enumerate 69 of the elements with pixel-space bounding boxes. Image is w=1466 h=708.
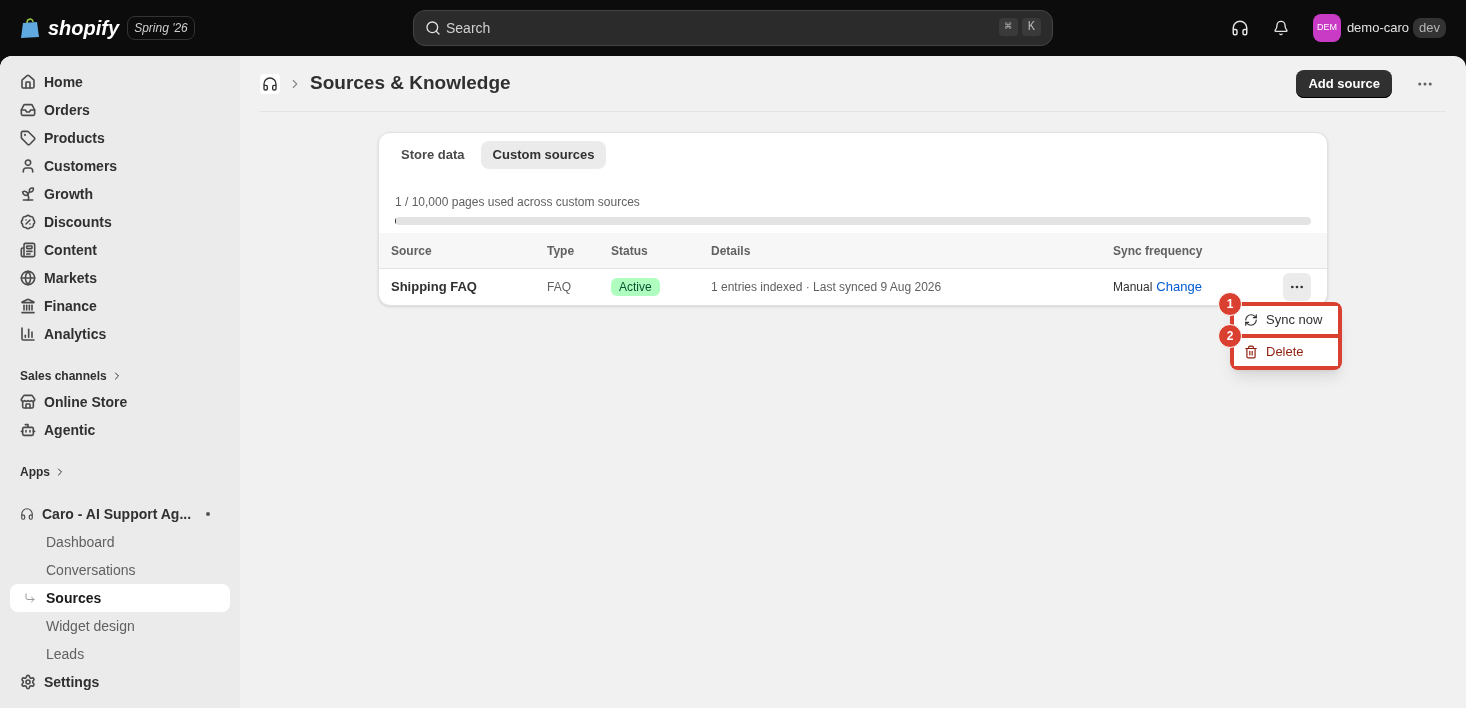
brand-name: shopify	[48, 16, 120, 41]
column-header: Details	[711, 242, 752, 260]
discount-icon	[20, 214, 36, 230]
page-icon	[20, 242, 36, 258]
details-cell-text: 1 entries indexed · Last synced 9 Aug 2026	[711, 279, 943, 296]
branch-arrow-icon	[24, 592, 36, 604]
menu-item[interactable]: Delete	[1232, 336, 1340, 368]
shortcut-key: K	[1021, 18, 1041, 36]
source-name-cell-text: Shipping FAQ	[391, 278, 478, 297]
bank-icon	[20, 298, 36, 314]
page-title: Sources & Knowledge	[310, 71, 512, 96]
headset-icon	[260, 73, 280, 94]
nav-item[interactable]: Settings	[10, 668, 230, 696]
inbox-icon	[20, 102, 36, 118]
tab[interactable]: Store data	[389, 141, 477, 169]
robot-icon	[20, 422, 36, 438]
column-header: Type	[547, 242, 576, 260]
section-heading[interactable]: Apps	[10, 460, 230, 484]
section-heading[interactable]: Sales channels	[10, 364, 230, 388]
shortcut-key: ⌘	[998, 18, 1018, 36]
nav-item[interactable]: Growth	[10, 180, 230, 208]
nav-subitem[interactable]: Widget design	[10, 612, 230, 640]
home-icon	[20, 74, 36, 90]
store-icon	[20, 394, 36, 410]
nav-item[interactable]: Discounts	[10, 208, 230, 236]
repeat-icon	[1244, 313, 1258, 327]
bar-chart-icon	[20, 326, 36, 342]
nav-item[interactable]: Online Store	[10, 388, 230, 416]
frequency-cell-text: Manual	[1113, 279, 1153, 296]
search-icon	[425, 20, 441, 36]
sprout-icon	[20, 186, 36, 202]
edition-label: Spring '26	[127, 16, 195, 40]
person-icon	[20, 158, 36, 174]
step-marker: 2	[1218, 324, 1242, 348]
nav-item[interactable]: Content	[10, 236, 230, 264]
column-header: Sync frequency	[1113, 242, 1204, 260]
type-cell-text: FAQ	[547, 279, 572, 296]
tag-icon	[20, 130, 36, 146]
app-name[interactable]: Caro - AI Support Ag...	[42, 503, 198, 525]
avatar[interactable]: DEM	[1312, 14, 1341, 42]
nav-item[interactable]: Markets	[10, 264, 230, 292]
nav-subitem[interactable]: Leads	[10, 640, 230, 668]
status-badge: Active	[611, 278, 660, 296]
headset-icon[interactable]	[1230, 19, 1249, 37]
nav-subitem[interactable]: Sources	[10, 584, 230, 612]
globe-icon	[20, 270, 36, 286]
gear-icon	[20, 674, 36, 690]
nav-item[interactable]: Finance	[10, 292, 230, 320]
nav-item[interactable]: Orders	[10, 96, 230, 124]
tab[interactable]: Custom sources	[480, 141, 607, 169]
nav-subitem[interactable]: Conversations	[10, 556, 230, 584]
column-header: Status	[611, 242, 649, 260]
shopping-bag-logo-icon	[20, 17, 40, 39]
nav-item[interactable]: Customers	[10, 152, 230, 180]
nav-item[interactable]: Products	[10, 124, 230, 152]
column-header: Source	[391, 242, 433, 260]
nav-item[interactable]: Analytics	[10, 320, 230, 348]
environment-badge: dev	[1413, 18, 1446, 38]
add-source-button[interactable]: Add source	[1296, 69, 1392, 98]
trash-icon	[1244, 345, 1258, 359]
nav-subitem[interactable]: Dashboard	[10, 528, 230, 556]
usage-text: 1 / 10,000 pages used across custom sources	[395, 194, 641, 211]
bell-icon[interactable]	[1272, 20, 1289, 36]
nav-item[interactable]: Agentic	[10, 416, 230, 444]
nav-item[interactable]: Home	[10, 68, 230, 96]
store-name: demo-caro	[1346, 19, 1410, 38]
change-link[interactable]: Change	[1156, 277, 1202, 297]
headset-icon	[20, 507, 34, 521]
step-marker: 1	[1218, 292, 1242, 316]
